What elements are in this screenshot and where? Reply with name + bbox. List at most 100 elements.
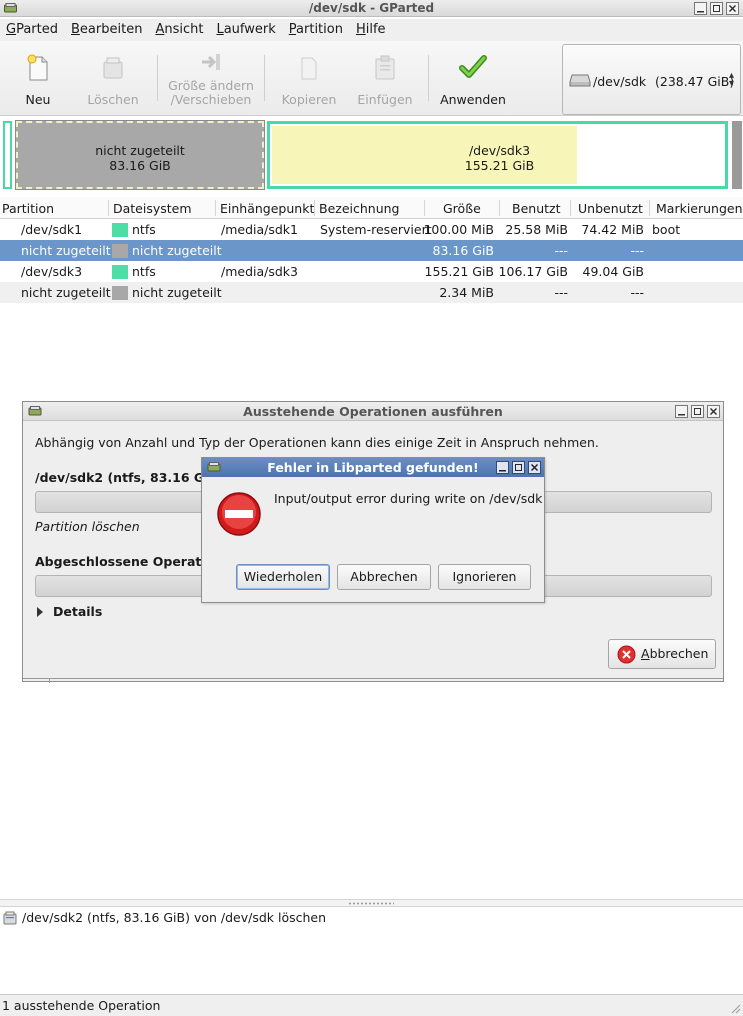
resize-move-label: Größe ändern/Verschieben [164,79,258,107]
close-icon [728,4,737,13]
details-expander[interactable]: Details [37,604,102,619]
column-separator [424,200,425,216]
table-row[interactable]: nicht zugeteilt nicht zugeteilt 2.34 MiB… [0,282,743,303]
maximize-button[interactable] [691,405,704,418]
delete-button[interactable]: Löschen [80,41,146,113]
dialog-footer-line [23,678,723,683]
diskmap-unallocated[interactable]: nicht zugeteilt 83.16 GiB [15,120,265,190]
apply-button[interactable]: Anwenden [436,41,510,113]
delete-icon [103,57,123,79]
libparted-error-dialog: Fehler in Libparted gefunden! Input/outp… [201,457,545,603]
device-selector[interactable]: /dev/sdk (238.47 GiB) ▴ ▾ [562,44,741,115]
new-label: Neu [25,92,51,107]
expander-arrow-icon [37,607,43,617]
close-button[interactable] [726,2,739,15]
menu-bearbeiten[interactable]: Bearbeiten [65,19,149,41]
cell-flags: boot [652,222,681,237]
minimize-icon [678,414,685,416]
toolbar: Neu Löschen Größe ändern/Verschieben Kop… [0,41,743,116]
cell-partition: /dev/sdk3 [21,264,83,279]
table-row-selected[interactable]: nicht zugeteilt nicht zugeteilt 83.16 Gi… [0,240,743,261]
close-button[interactable] [528,461,541,474]
checkmark-icon [459,55,487,78]
paste-button[interactable]: Einfügen [350,41,420,113]
delete-operation-icon [3,911,17,925]
resize-move-button[interactable]: Größe ändern/Verschieben [164,41,258,113]
pending-operation-item[interactable]: /dev/sdk2 (ntfs, 83.16 GiB) von /dev/sdk… [22,910,326,925]
maximize-button[interactable] [710,2,723,15]
minimize-button[interactable] [694,2,707,15]
toolbar-separator [264,55,265,101]
close-icon [530,463,539,472]
column-header-used[interactable]: Benutzt [512,201,560,216]
cell-used: --- [554,243,568,258]
column-header-size[interactable]: Größe [443,201,481,216]
abort-button[interactable]: Abbrechen [337,564,431,590]
diskmap-unallocated-end[interactable] [732,121,742,189]
error-dialog-titlebar[interactable]: Fehler in Libparted gefunden! [202,458,544,477]
window-title: /dev/sdk - GParted [308,1,435,15]
minimize-button[interactable] [496,461,509,474]
menu-hilfe[interactable]: Hilfe [350,19,393,41]
maximize-button[interactable] [512,461,525,474]
diskmap-unallocated-label: nicht zugeteilt [95,143,185,158]
filesystem-color-swatch [112,286,128,300]
maximize-icon [694,408,701,415]
footer-tick [49,679,50,683]
statusbar: 1 ausstehende Operation [0,994,743,1016]
menu-ansicht[interactable]: Ansicht [149,19,210,41]
table-row[interactable]: /dev/sdk1 ntfs /media/sdk1 System-reserv… [0,219,743,240]
menu-label: nsicht [164,22,204,37]
ignore-button[interactable]: Ignorieren [438,564,531,590]
column-header-flags[interactable]: Markierungen [656,201,743,216]
completed-operations-title: Abgeschlossene Operation [35,554,224,569]
filesystem-color-swatch [112,244,128,258]
resize-grip-icon[interactable] [729,1002,741,1014]
device-size: (238.47 GiB) [655,74,735,89]
device-name: /dev/sdk [593,74,647,89]
menu-gparted[interactable]: GParted [0,19,65,41]
minimize-icon [697,11,704,13]
column-separator [215,200,216,216]
column-header-unused[interactable]: Unbenutzt [578,201,643,216]
column-header-label[interactable]: Bezeichnung [319,201,400,216]
diskmap-partition-sdk3[interactable]: /dev/sdk3 155.21 GiB [267,121,728,189]
diskmap-partition-sdk1[interactable] [3,121,12,189]
dialog-titlebar[interactable]: Ausstehende Operationen ausführen [23,402,723,421]
table-row[interactable]: /dev/sdk3 ntfs /media/sdk3 155.21 GiB 10… [0,261,743,282]
dialog-title: Ausstehende Operationen ausführen [243,404,503,419]
menu-mnemonic: L [216,22,224,37]
cell-mountpoint: /media/sdk1 [221,222,298,237]
cell-unused: 49.04 GiB [582,264,645,279]
new-document-icon [27,54,48,81]
close-icon [709,407,718,416]
cell-mountpoint: /media/sdk3 [221,264,298,279]
resize-label-line2: /Verschieben [170,92,252,107]
column-header-mountpoint[interactable]: Einhängepunkt [220,201,314,216]
menu-partition[interactable]: Partition [283,19,350,41]
cancel-mnemonic: A [641,646,650,661]
close-button[interactable] [707,405,720,418]
new-button[interactable]: Neu [8,41,68,113]
pane-splitter[interactable] [0,899,743,907]
column-separator [108,200,109,216]
maximize-icon [713,5,720,12]
column-header-partition[interactable]: Partition [2,201,54,216]
menu-laufwerk[interactable]: Laufwerk [210,19,282,41]
minimize-button[interactable] [675,405,688,418]
menu-mnemonic: A [155,22,165,37]
copy-button[interactable]: Kopieren [274,41,344,113]
column-header-filesystem[interactable]: Dateisystem [113,201,192,216]
error-stop-icon [217,492,261,536]
cancel-operations-button[interactable]: Abbrechen [608,639,716,669]
window-titlebar[interactable]: /dev/sdk - GParted [0,0,743,17]
table-header: Partition Dateisystem Einhängepunkt Beze… [0,197,743,219]
cell-size: 155.21 GiB [424,264,494,279]
cancel-icon [617,645,636,664]
menu-label: aufwerk [223,22,276,37]
menu-label: artition [296,22,343,37]
retry-button[interactable]: Wiederholen [236,564,330,590]
cell-filesystem: nicht zugeteilt [132,285,222,300]
column-separator [499,200,500,216]
cell-partition: nicht zugeteilt [21,285,111,300]
